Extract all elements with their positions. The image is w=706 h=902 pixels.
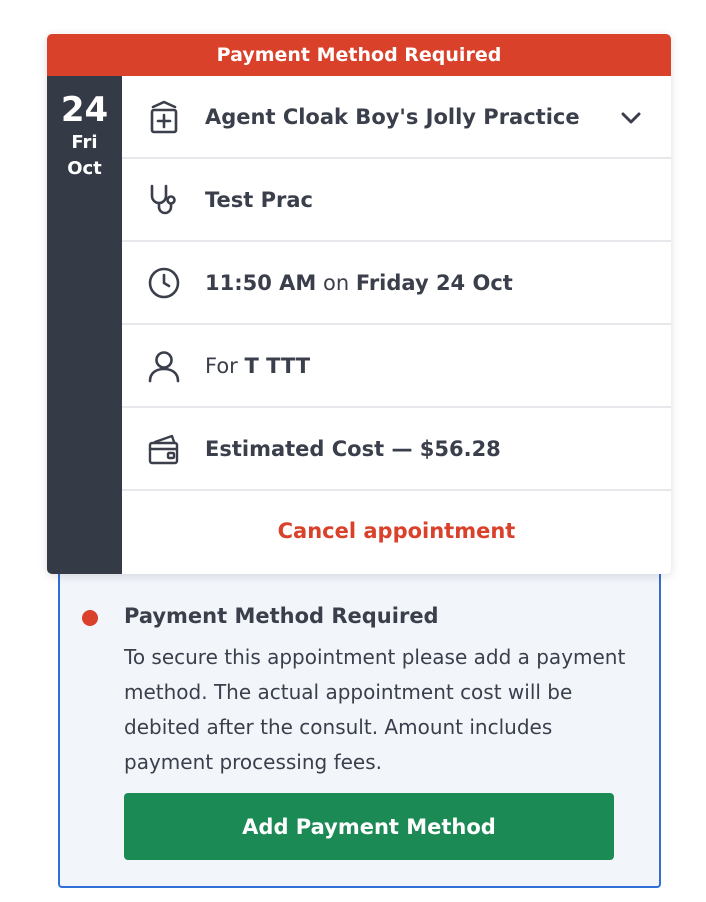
practitioner-name: Test Prac: [205, 187, 313, 212]
stethoscope-icon: [144, 180, 184, 220]
date-month: Oct: [67, 158, 102, 179]
patient-name: T TTT: [244, 353, 311, 378]
alert-dot-icon: [82, 610, 98, 626]
notice-title: Payment Method Required: [124, 604, 439, 628]
date-day: 24: [60, 90, 109, 130]
patient-label: For T TTT: [205, 354, 310, 378]
practice-name: Agent Cloak Boy's Jolly Practice: [205, 104, 580, 129]
practitioner-row: Test Prac: [122, 159, 671, 242]
cancel-row: Cancel appointment: [122, 491, 671, 571]
estimated-cost: Estimated Cost — $56.28: [205, 436, 501, 461]
notice-body: To secure this appointment please add a …: [124, 645, 626, 774]
date-value: Friday 24 Oct: [355, 270, 513, 295]
cost-row: Estimated Cost — $56.28: [122, 408, 671, 491]
clinic-icon: [144, 97, 184, 137]
practice-row[interactable]: Agent Cloak Boy's Jolly Practice: [122, 76, 671, 159]
time-value: 11:50 AM: [205, 270, 317, 295]
cancel-appointment-link[interactable]: Cancel appointment: [278, 519, 516, 543]
person-icon: [144, 346, 184, 386]
date-weekday: Fri: [71, 132, 98, 153]
appointment-details: Agent Cloak Boy's Jolly Practice Test Pr…: [122, 76, 671, 571]
chevron-down-icon[interactable]: [617, 104, 645, 132]
appointment-time: 11:50 AM on Friday 24 Oct: [205, 271, 513, 295]
time-connector: on: [316, 270, 356, 295]
wallet-card-icon: [144, 429, 184, 469]
add-payment-method-button[interactable]: Add Payment Method: [124, 793, 614, 860]
date-strip: 24 Fri Oct: [47, 76, 122, 574]
patient-prefix: For: [205, 353, 245, 378]
patient-row: For T TTT: [122, 325, 671, 408]
payment-required-banner: Payment Method Required: [47, 34, 671, 76]
clock-icon: [144, 263, 184, 303]
time-row: 11:50 AM on Friday 24 Oct: [122, 242, 671, 325]
appointment-card: Payment Method Required 24 Fri Oct Agent…: [47, 34, 671, 574]
